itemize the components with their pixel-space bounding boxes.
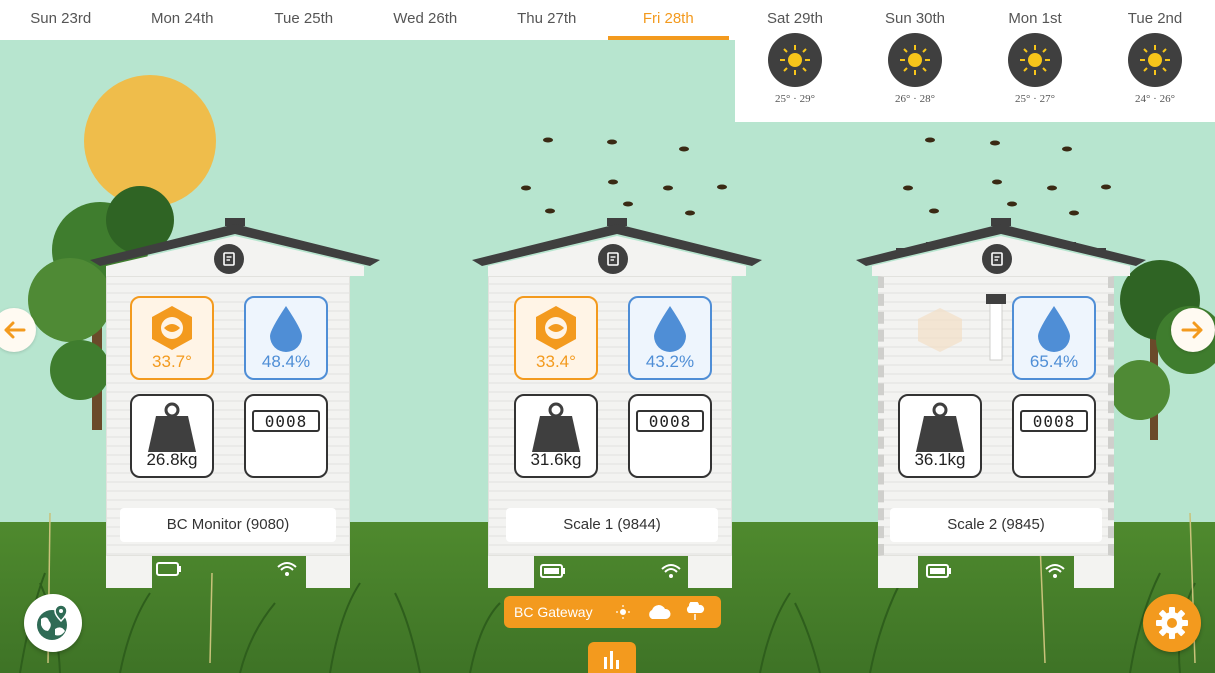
date-tab-fri-28th[interactable]: Fri 28th [607, 0, 729, 40]
sun-icon [607, 605, 639, 619]
water-drop-icon [246, 304, 326, 352]
hive-name-label[interactable]: Scale 2 (9845) [890, 508, 1102, 542]
weight-tile[interactable]: 31.6kg [514, 394, 598, 478]
humidity-value: 48.4% [261, 352, 311, 371]
weight-tile[interactable]: 26.8kg [130, 394, 214, 478]
bee-counter-value: 0008 [1020, 410, 1088, 432]
date-tab-thu-27th[interactable]: Thu 27th [486, 0, 608, 40]
sun-decoration [84, 75, 216, 207]
hive-stand [878, 556, 918, 588]
date-tab-wed-26th[interactable]: Wed 26th [365, 0, 487, 40]
forecast-day[interactable]: Mon 1st 25° · 27° [975, 0, 1095, 122]
statistics-button[interactable] [588, 642, 636, 673]
weight-icon [516, 402, 596, 452]
hive-stand [488, 556, 534, 588]
gateway-label: BC Gateway [514, 604, 593, 620]
temperature-tile[interactable]: 33.4° [514, 296, 598, 380]
sun-icon [1128, 33, 1182, 87]
humidity-value: 43.2% [645, 352, 695, 371]
bee-counter-tile[interactable]: 0008 [628, 394, 712, 478]
hive-stand [1074, 556, 1114, 588]
forecast-temps: 25° · 29° [775, 93, 815, 105]
bee-counter-value: 0008 [252, 410, 320, 432]
weight-icon [132, 402, 212, 452]
forecast-day-label: Tue 2nd [1127, 10, 1183, 27]
notes-icon[interactable] [214, 244, 244, 274]
bee-counter-tile[interactable]: 0008 [1012, 394, 1096, 478]
arrow-left-icon [4, 321, 26, 339]
hive-stand [688, 556, 732, 588]
forecast-temps: 26° · 28° [895, 93, 935, 105]
water-drop-icon [630, 304, 710, 352]
temperature-tile-inactive[interactable] [898, 296, 982, 380]
humidity-tile[interactable]: 48.4% [244, 296, 328, 380]
gear-icon [1156, 607, 1188, 639]
weather-forecast: Sat 29th 25° · 29° Sun 30th 26° · 28° Mo… [735, 0, 1215, 122]
hive-name-label[interactable]: Scale 1 (9844) [506, 508, 718, 542]
battery-low-icon [156, 562, 181, 576]
wifi-icon [661, 564, 681, 578]
bees [521, 137, 1111, 216]
arrow-right-icon [1181, 321, 1203, 339]
forecast-temps: 25° · 27° [1015, 93, 1055, 105]
notes-icon[interactable] [982, 244, 1012, 274]
humidity-value: 65.4% [1029, 352, 1079, 371]
cloud-icon [639, 604, 679, 620]
forecast-day[interactable]: Tue 2nd 24° · 26° [1095, 0, 1215, 122]
temperature-value: 33.7° [152, 352, 192, 371]
temperature-value: 33.4° [536, 352, 576, 371]
date-selector: Sun 23rd Mon 24th Tue 25th Wed 26th Thu … [0, 0, 735, 40]
date-tab-tue-25th[interactable]: Tue 25th [243, 0, 365, 40]
settings-button[interactable] [1143, 594, 1201, 652]
apiary-scene: Sun 23rd Mon 24th Tue 25th Wed 26th Thu … [0, 0, 1215, 673]
water-drop-icon [1014, 304, 1094, 352]
notes-icon[interactable] [598, 244, 628, 274]
hive-scale-1: 33.4° 43.2% 31.6kg 0008 Scale 1 (9844) [472, 218, 764, 588]
brood-temperature-icon [516, 304, 596, 352]
brood-temperature-icon [918, 308, 962, 352]
sun-icon [1008, 33, 1062, 87]
hive-stand [106, 556, 152, 588]
gateway-status-bar[interactable]: BC Gateway [504, 596, 721, 628]
wifi-icon [1045, 564, 1065, 578]
forecast-day[interactable]: Sat 29th 25° · 29° [735, 0, 855, 122]
wifi-icon [277, 562, 297, 576]
battery-full-icon [926, 564, 951, 578]
weight-tile[interactable]: 36.1kg [898, 394, 982, 478]
hive-name-label[interactable]: BC Monitor (9080) [120, 508, 336, 542]
forecast-day-label: Mon 1st [1008, 10, 1062, 27]
forecast-day-label: Sat 29th [767, 10, 823, 27]
forecast-temps: 24° · 26° [1135, 93, 1175, 105]
map-button[interactable] [24, 594, 82, 652]
bee-counter-value: 0008 [636, 410, 704, 432]
weight-icon [900, 402, 980, 452]
battery-full-icon [540, 564, 565, 578]
sensor-clip-icon [986, 294, 1006, 361]
weight-value: 26.8kg [146, 450, 198, 469]
date-tab-sun-23rd[interactable]: Sun 23rd [0, 0, 122, 40]
sun-icon [888, 33, 942, 87]
rain-cloud-icon [679, 602, 711, 622]
brood-temperature-icon [132, 304, 212, 352]
hive-scale-2: 65.4% 36.1kg 0008 Scale 2 (9845) [856, 218, 1148, 588]
forecast-day[interactable]: Sun 30th 26° · 28° [855, 0, 975, 122]
date-tab-mon-24th[interactable]: Mon 24th [122, 0, 244, 40]
bar-chart-icon [604, 651, 619, 669]
weight-value: 31.6kg [530, 450, 582, 469]
sun-icon [768, 33, 822, 87]
hive-bc-monitor: 33.7° 48.4% 26.8kg 0008 BC Monitor (9080… [90, 218, 382, 588]
next-hive-button[interactable] [1171, 308, 1215, 352]
temperature-tile[interactable]: 33.7° [130, 296, 214, 380]
globe-location-icon [37, 604, 68, 640]
humidity-tile[interactable]: 65.4% [1012, 296, 1096, 380]
bee-counter-tile[interactable]: 0008 [244, 394, 328, 478]
weight-value: 36.1kg [914, 450, 966, 469]
forecast-day-label: Sun 30th [884, 10, 946, 27]
hive-stand [306, 556, 350, 588]
humidity-tile[interactable]: 43.2% [628, 296, 712, 380]
